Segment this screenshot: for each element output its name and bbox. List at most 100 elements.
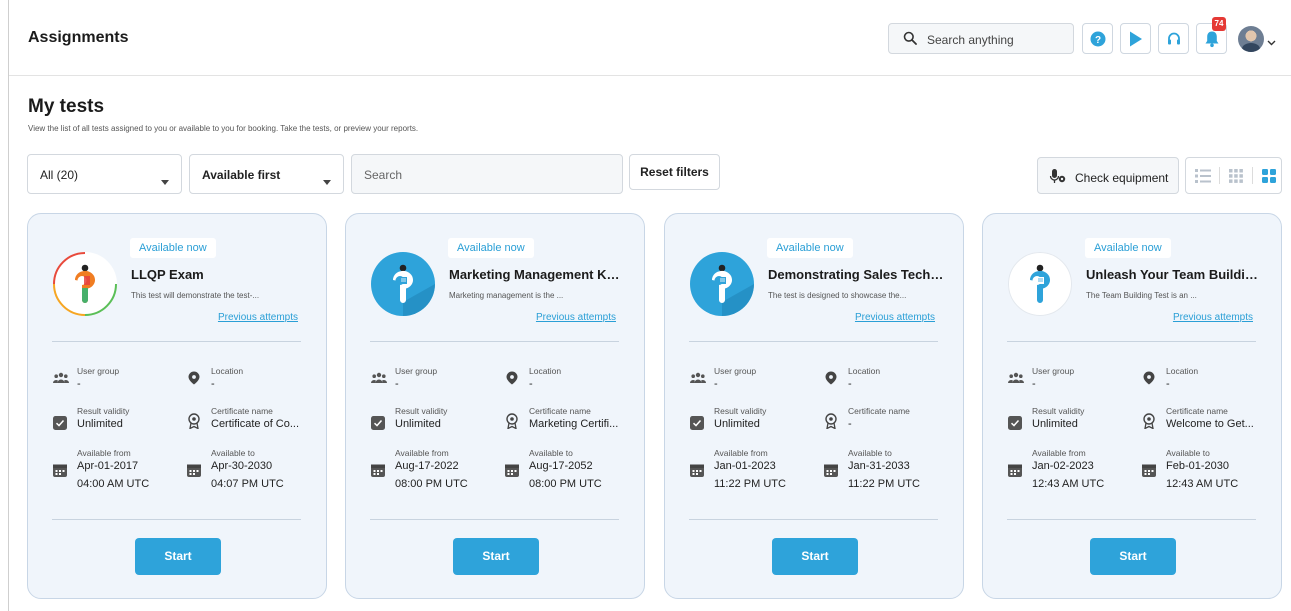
- test-title: Demonstrating Sales Techni...: [768, 267, 944, 282]
- user-group-value: -: [1032, 378, 1036, 390]
- available-to-time: 08:00 PM UTC: [529, 478, 602, 490]
- user-group-icon: [690, 371, 706, 389]
- tutorial-play-button[interactable]: [1120, 23, 1151, 54]
- global-search-input[interactable]: Search anything: [888, 23, 1074, 54]
- support-button[interactable]: [1158, 23, 1189, 54]
- chevron-down-icon[interactable]: [1267, 33, 1276, 51]
- app-title: Assignments: [28, 29, 129, 46]
- help-button[interactable]: ?: [1082, 23, 1113, 54]
- test-card[interactable]: Available now Unleash Your Team Building…: [982, 213, 1282, 599]
- previous-attempts-link[interactable]: Previous attempts: [855, 312, 935, 323]
- calendar-icon: [824, 463, 838, 482]
- result-validity-value: Unlimited: [395, 418, 441, 430]
- test-card[interactable]: Available now LLQP Exam This test will d…: [27, 213, 327, 599]
- availability-badge: Available now: [767, 238, 853, 258]
- user-group-value: -: [77, 378, 81, 390]
- divider: [689, 519, 938, 520]
- available-from-label: Available from: [714, 448, 768, 458]
- bell-icon: [1205, 31, 1218, 47]
- available-to-date: Apr-30-2030: [211, 460, 273, 472]
- check-equipment-button[interactable]: Check equipment: [1037, 157, 1179, 194]
- previous-attempts-link[interactable]: Previous attempts: [536, 312, 616, 323]
- check-equipment-label: Check equipment: [1075, 171, 1169, 185]
- available-to-time: 11:22 PM UTC: [848, 478, 920, 490]
- location-pin-icon: [1142, 371, 1156, 390]
- location-label: Location: [529, 366, 562, 376]
- checkbox-badge-icon: [371, 416, 385, 435]
- start-test-button[interactable]: Start: [772, 538, 858, 575]
- available-to-time: 12:43 AM UTC: [1166, 478, 1239, 490]
- user-group-label: User group: [1032, 366, 1075, 376]
- checkbox-badge-icon: [1008, 416, 1022, 435]
- certificate-icon: [1142, 413, 1156, 434]
- available-to-date: Jan-31-2033: [848, 460, 910, 472]
- divider: [1007, 341, 1256, 342]
- large-grid-view-button[interactable]: [1253, 158, 1285, 193]
- result-validity-value: Unlimited: [1032, 418, 1078, 430]
- available-to-label: Available to: [848, 448, 892, 458]
- result-validity-value: Unlimited: [714, 418, 760, 430]
- test-description: Marketing management is the ...: [449, 291, 564, 300]
- user-group-value: -: [395, 378, 399, 390]
- certificate-icon: [505, 413, 519, 434]
- user-group-label: User group: [714, 366, 757, 376]
- previous-attempts-link[interactable]: Previous attempts: [1173, 312, 1253, 323]
- sort-select[interactable]: Available first: [189, 154, 344, 194]
- available-from-label: Available from: [395, 448, 449, 458]
- available-to-label: Available to: [1166, 448, 1210, 458]
- location-value: -: [211, 378, 215, 390]
- start-test-button[interactable]: Start: [135, 538, 221, 575]
- calendar-icon: [1008, 463, 1022, 482]
- test-title: Marketing Management Kno...: [449, 267, 625, 282]
- avatar[interactable]: [1238, 26, 1264, 52]
- test-card[interactable]: Available now Demonstrating Sales Techni…: [664, 213, 964, 599]
- small-grid-icon: [1229, 168, 1243, 183]
- reset-filters-button[interactable]: Reset filters: [629, 154, 720, 190]
- certificate-name-value: Welcome to Get...: [1166, 418, 1254, 430]
- calendar-icon: [371, 463, 385, 482]
- tests-search-input[interactable]: Search: [351, 154, 623, 194]
- calendar-icon: [690, 463, 704, 482]
- test-description: This test will demonstrate the test-...: [131, 291, 260, 300]
- location-pin-icon: [505, 371, 519, 390]
- divider: [370, 341, 619, 342]
- play-icon: [1129, 31, 1142, 46]
- microphone-settings-icon: [1049, 168, 1067, 189]
- list-view-button[interactable]: [1187, 158, 1219, 193]
- divider: [689, 341, 938, 342]
- divider: [52, 519, 301, 520]
- small-grid-view-button[interactable]: [1220, 158, 1252, 193]
- location-value: -: [529, 378, 533, 390]
- result-validity-label: Result validity: [395, 406, 448, 416]
- availability-badge: Available now: [1085, 238, 1171, 258]
- checkbox-badge-icon: [53, 416, 67, 435]
- caret-down-icon: [161, 172, 169, 190]
- available-from-date: Jan-02-2023: [1032, 460, 1094, 472]
- test-title: Unleash Your Team Building ...: [1086, 267, 1262, 282]
- test-logo: [1008, 252, 1072, 316]
- top-bar: Assignments Search anything ? 74: [9, 0, 1291, 76]
- user-group-icon: [53, 371, 69, 389]
- location-pin-icon: [187, 371, 201, 390]
- availability-badge: Available now: [448, 238, 534, 258]
- certificate-icon: [824, 413, 838, 434]
- page-subtitle: View the list of all tests assigned to y…: [28, 124, 419, 133]
- start-test-button[interactable]: Start: [1090, 538, 1176, 575]
- checkbox-badge-icon: [690, 416, 704, 435]
- certificate-name-value: Marketing Certifi...: [529, 418, 619, 430]
- certificate-icon: [187, 413, 201, 434]
- test-card[interactable]: Available now Marketing Management Kno..…: [345, 213, 645, 599]
- test-description: The test is designed to showcase the...: [768, 291, 907, 300]
- test-title: LLQP Exam: [131, 267, 204, 282]
- available-to-time: 04:07 PM UTC: [211, 478, 284, 490]
- user-group-value: -: [714, 378, 718, 390]
- user-group-label: User group: [77, 366, 120, 376]
- sort-value: Available first: [202, 168, 281, 182]
- location-value: -: [1166, 378, 1170, 390]
- test-description: The Team Building Test is an ...: [1086, 291, 1197, 300]
- calendar-icon: [53, 463, 67, 482]
- certificate-name-label: Certificate name: [529, 406, 591, 416]
- start-test-button[interactable]: Start: [453, 538, 539, 575]
- previous-attempts-link[interactable]: Previous attempts: [218, 312, 298, 323]
- status-filter-select[interactable]: All (20): [27, 154, 182, 194]
